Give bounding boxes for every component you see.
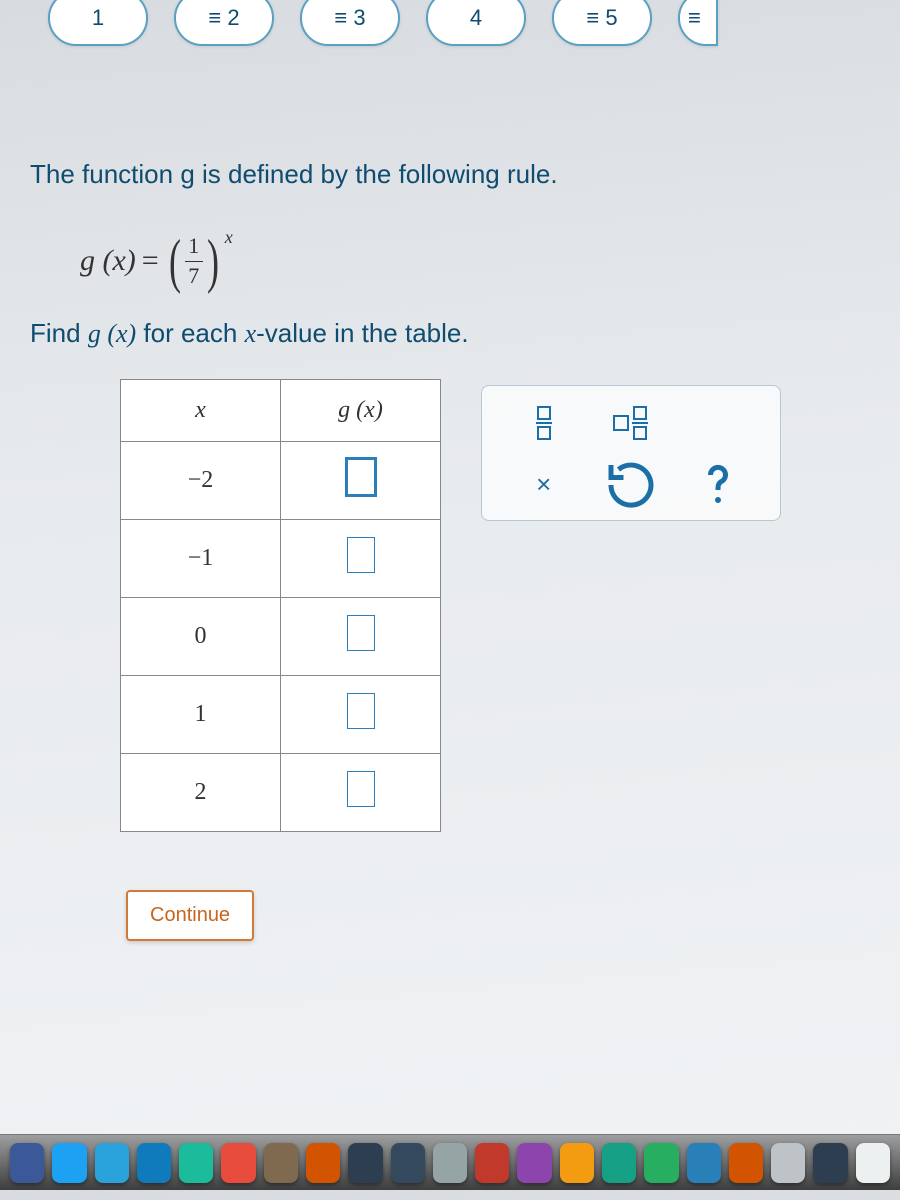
answer-input-4[interactable]: [347, 771, 375, 807]
help-tool[interactable]: [688, 464, 748, 506]
dock-app-8[interactable]: [348, 1143, 382, 1183]
box-icon: [613, 415, 629, 431]
x-value: −1: [121, 519, 281, 597]
math-toolbox: ×: [481, 385, 781, 521]
box-icon: [633, 406, 647, 420]
mixed-number-tool[interactable]: [601, 402, 661, 444]
table-header-x: x: [121, 379, 281, 441]
work-area: x g (x) −2 −1 0 1 2: [120, 379, 870, 832]
left-paren-icon: (: [169, 237, 181, 285]
formula-equals: =: [142, 244, 159, 278]
dock-app-14[interactable]: [602, 1143, 636, 1183]
dock-app-4[interactable]: [179, 1143, 213, 1183]
question-instruction: Find g (x) for each x-value in the table…: [30, 318, 870, 349]
nav-item-5[interactable]: ≡ 5: [552, 0, 652, 46]
table-row: 0: [121, 597, 441, 675]
nav-label: ≡ 3: [334, 5, 365, 31]
fraction-bar-icon: [536, 422, 552, 424]
question-nav: 1 ≡ 2 ≡ 3 4 ≡ 5 ≡: [0, 0, 900, 46]
reset-icon: [601, 455, 661, 515]
clear-icon: ×: [536, 469, 551, 500]
formula-exponent: x: [225, 227, 233, 248]
question-content: The function g is defined by the followi…: [30, 156, 870, 941]
x-value: 0: [121, 597, 281, 675]
continue-label: Continue: [150, 904, 230, 926]
table-row: 2: [121, 753, 441, 831]
answer-input-2[interactable]: [347, 615, 375, 651]
dock-app-6[interactable]: [264, 1143, 298, 1183]
fraction-denominator: 7: [188, 264, 199, 288]
answer-input-1[interactable]: [347, 537, 375, 573]
dock-app-11[interactable]: [475, 1143, 509, 1183]
nav-item-6[interactable]: ≡: [678, 0, 718, 46]
mac-dock: [0, 1134, 900, 1190]
table-row: −1: [121, 519, 441, 597]
dock-app-12[interactable]: [517, 1143, 551, 1183]
x-value: 2: [121, 753, 281, 831]
continue-button[interactable]: Continue: [126, 890, 254, 941]
fraction-bar-icon: [632, 422, 648, 424]
instr-mid: for each: [136, 318, 244, 348]
reset-tool[interactable]: [601, 464, 661, 506]
fraction-bar-icon: [185, 261, 203, 262]
answer-input-3[interactable]: [347, 693, 375, 729]
dock-app-1[interactable]: [52, 1143, 86, 1183]
instr-suffix: -value in the table.: [256, 318, 468, 348]
table-row: −2: [121, 441, 441, 519]
dock-app-9[interactable]: [391, 1143, 425, 1183]
table-row: 1: [121, 675, 441, 753]
help-icon: [688, 455, 748, 515]
fraction-tool[interactable]: [514, 402, 574, 444]
answer-input-0[interactable]: [347, 459, 375, 495]
nav-label: 4: [470, 5, 482, 31]
fraction-numerator: 1: [188, 234, 199, 258]
clear-tool[interactable]: ×: [514, 464, 574, 506]
dock-app-7[interactable]: [306, 1143, 340, 1183]
dock-app-2[interactable]: [95, 1143, 129, 1183]
function-definition: g (x) = ( 1 7 ) x: [80, 234, 870, 287]
instr-prefix: Find: [30, 318, 88, 348]
formula-fraction: ( 1 7 ): [165, 234, 223, 287]
nav-label: ≡ 5: [586, 5, 617, 31]
nav-label: ≡: [688, 5, 701, 31]
box-icon: [537, 406, 551, 420]
dock-app-3[interactable]: [137, 1143, 171, 1183]
instr-fn: g (x): [88, 319, 136, 348]
nav-label: ≡ 2: [208, 5, 239, 31]
box-icon: [633, 426, 647, 440]
nav-item-2[interactable]: ≡ 2: [174, 0, 274, 46]
x-value: −2: [121, 441, 281, 519]
x-value: 1: [121, 675, 281, 753]
dock-app-5[interactable]: [221, 1143, 255, 1183]
nav-item-1[interactable]: 1: [48, 0, 148, 46]
box-icon: [537, 426, 551, 440]
dock-app-18[interactable]: [771, 1143, 805, 1183]
dock-app-20[interactable]: [856, 1143, 890, 1183]
dock-app-16[interactable]: [687, 1143, 721, 1183]
nav-item-4[interactable]: 4: [426, 0, 526, 46]
table-header-gx: g (x): [281, 379, 441, 441]
right-paren-icon: ): [207, 237, 219, 285]
instr-var: x: [245, 319, 257, 348]
nav-label: 1: [92, 5, 104, 31]
dock-app-13[interactable]: [560, 1143, 594, 1183]
dock-app-0[interactable]: [10, 1143, 44, 1183]
values-table: x g (x) −2 −1 0 1 2: [120, 379, 441, 832]
dock-app-17[interactable]: [729, 1143, 763, 1183]
dock-app-15[interactable]: [644, 1143, 678, 1183]
dock-app-19[interactable]: [813, 1143, 847, 1183]
nav-item-3[interactable]: ≡ 3: [300, 0, 400, 46]
dock-app-10[interactable]: [433, 1143, 467, 1183]
formula-lhs: g (x): [80, 244, 136, 278]
question-intro: The function g is defined by the followi…: [30, 156, 870, 192]
